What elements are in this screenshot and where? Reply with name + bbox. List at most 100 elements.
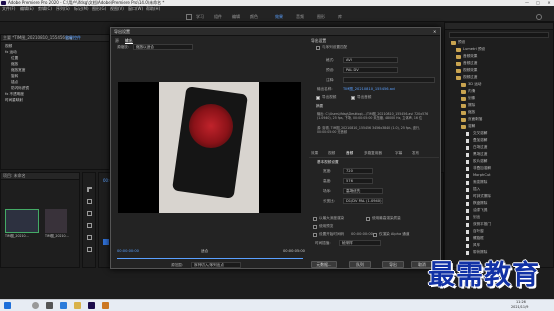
effects-tree-label: 风车 [473,243,481,247]
workspace-audio[interactable]: 音频 [296,15,304,19]
fit-dropdown[interactable]: 适合 [201,249,208,254]
workspace-graphics[interactable]: 图形 [317,15,325,19]
effect-file-icon [466,230,469,234]
track-select-tool-icon[interactable] [87,199,92,204]
search-icon[interactable] [536,14,542,20]
edge-icon[interactable] [60,302,67,309]
workspace-libraries[interactable]: 库 [338,15,342,19]
export-button[interactable]: 导出 [382,261,404,268]
comment-input[interactable] [343,77,435,83]
source-tab[interactable]: 主要 *TIM图_20210810_155456.jpg [3,36,72,40]
ec-row-motion[interactable]: fx 运动 [5,50,17,55]
max-depth-checkbox[interactable] [313,217,317,221]
workspace-effects[interactable]: 效果 [275,15,283,19]
preset-dropdown[interactable]: PAL DV [343,67,398,73]
effects-search-input[interactable] [449,32,549,38]
premiere-icon[interactable] [88,302,95,309]
menu-edit[interactable]: 编辑(E) [20,7,34,11]
tab-publish[interactable]: 发布 [412,151,419,156]
export-audio-checkbox[interactable] [351,96,355,100]
razor-tool-icon[interactable] [87,223,92,228]
metadata-button[interactable]: 元数据... [311,261,337,268]
height-input[interactable]: 576 [343,178,373,184]
render-alpha-checkbox[interactable] [373,233,377,237]
menu-marker[interactable]: 标记(M) [74,7,89,11]
preview-timecode-in[interactable]: 00:00:00:00 [117,249,139,254]
max-depth-label: 以最大深度渲染 [319,216,345,220]
time-interp-dropdown[interactable]: 帧采样 [339,240,381,246]
dialog-close-icon[interactable]: ✕ [433,30,436,34]
height-label: 高度: [323,179,332,183]
preview-scrubber[interactable] [117,258,303,259]
search-icon[interactable] [32,302,39,309]
file-explorer-icon[interactable] [74,302,81,309]
windows-start-icon[interactable] [4,302,11,309]
output-tab[interactable]: 输出 [125,39,133,44]
workspace-editing[interactable]: 编辑 [232,15,240,19]
effects-tree-label: 渐变擦除 [473,180,488,184]
ec-row-time-remap[interactable]: 时间重映射 [5,98,23,103]
time-interp-label: 时间插值: [315,241,331,245]
menu-sequence[interactable]: 序列(S) [56,7,70,11]
menu-file[interactable]: 文件(F) [2,7,15,11]
width-input[interactable]: 720 [343,168,373,174]
folder-icon [461,118,466,122]
use-previews-checkbox[interactable] [313,225,317,229]
workspace-color[interactable]: 颜色 [250,15,258,19]
pen-tool-icon[interactable] [87,235,92,240]
match-sequence-checkbox[interactable] [316,46,320,50]
aspect-dropdown[interactable]: D1/DV PAL (1.0940) [343,198,383,204]
effect-controls-tab[interactable]: 效果控件 [65,36,81,40]
output-name-link[interactable]: TIM图_20210810_155456.avi [343,87,395,92]
max-quality-checkbox[interactable] [366,217,370,221]
source-range-dropdown[interactable]: 序列切入/序列出点 [191,262,241,268]
tab-multiplexer[interactable]: 多路复用器 [364,151,382,156]
export-video-checkbox[interactable] [316,96,320,100]
effect-file-icon [466,202,469,206]
folder-icon [461,97,466,101]
effect-controls-panel: 主要 *TIM图_20210810_155456.jpg 效果控件 视频 fx … [0,34,110,170]
effects-tree-label: 划像 [468,96,476,100]
project-thumb-1[interactable] [5,209,39,233]
menu-graphics[interactable]: 图形(G) [92,7,106,11]
project-thumb-2[interactable] [45,209,67,233]
tab-video[interactable]: 视频 [328,151,335,156]
start-tc-value[interactable]: 00:00:00:00 [351,232,373,237]
tab-captions[interactable]: 字幕 [395,151,402,156]
workspace-assembly[interactable]: 组件 [214,15,222,19]
format-dropdown[interactable]: AVI [343,57,398,63]
tab-audio[interactable]: 音频 [346,151,353,156]
tab-effects[interactable]: 效果 [311,151,318,156]
windows-taskbar: 11:26 2021/11/9 [0,299,554,311]
source-tab[interactable]: 源 [115,39,119,43]
comment-label: 注释: [326,78,335,82]
effects-tree-label: 音频过渡 [463,61,478,65]
source-range-label: 源范围: [171,263,183,267]
taskbar-time: 11:26 [516,300,526,304]
track-target-icon[interactable] [103,239,109,245]
workspace-learn[interactable]: 学习 [196,15,204,19]
ripple-edit-tool-icon[interactable] [87,211,92,216]
field-order-dropdown[interactable]: 高场优先 [343,188,383,194]
task-view-icon[interactable] [46,302,53,309]
summary-label: 摘要 [316,104,324,108]
effects-tree-label: 带状擦除 [473,250,488,254]
app-icon[interactable] [102,302,109,309]
source-scaling-dropdown[interactable]: 缩放以适合 [133,44,193,50]
menu-help[interactable]: 帮助(H) [146,7,160,11]
effects-tree-label: 双侧平推门 [473,222,491,226]
hand-tool-icon[interactable] [87,247,92,252]
menu-view[interactable]: 视图(V) [110,7,124,11]
preset-label: 预设: [326,68,335,72]
render-alpha-label: 仅渲染 Alpha 通道 [379,232,410,236]
ec-row-position: 位置 [11,56,19,60]
queue-button[interactable]: 队列 [349,261,371,268]
set-start-tc-checkbox[interactable] [313,233,317,237]
menu-clip[interactable]: 剪辑(C) [38,7,52,11]
home-icon[interactable] [186,14,192,20]
selection-tool-icon[interactable] [87,187,92,192]
menu-window[interactable]: 窗口(W) [128,7,143,11]
ec-row-opacity[interactable]: fx 不透明度 [5,92,24,97]
ec-row-video: 视频 [5,44,13,48]
source-scaling-label: 源缩放: [117,45,129,49]
